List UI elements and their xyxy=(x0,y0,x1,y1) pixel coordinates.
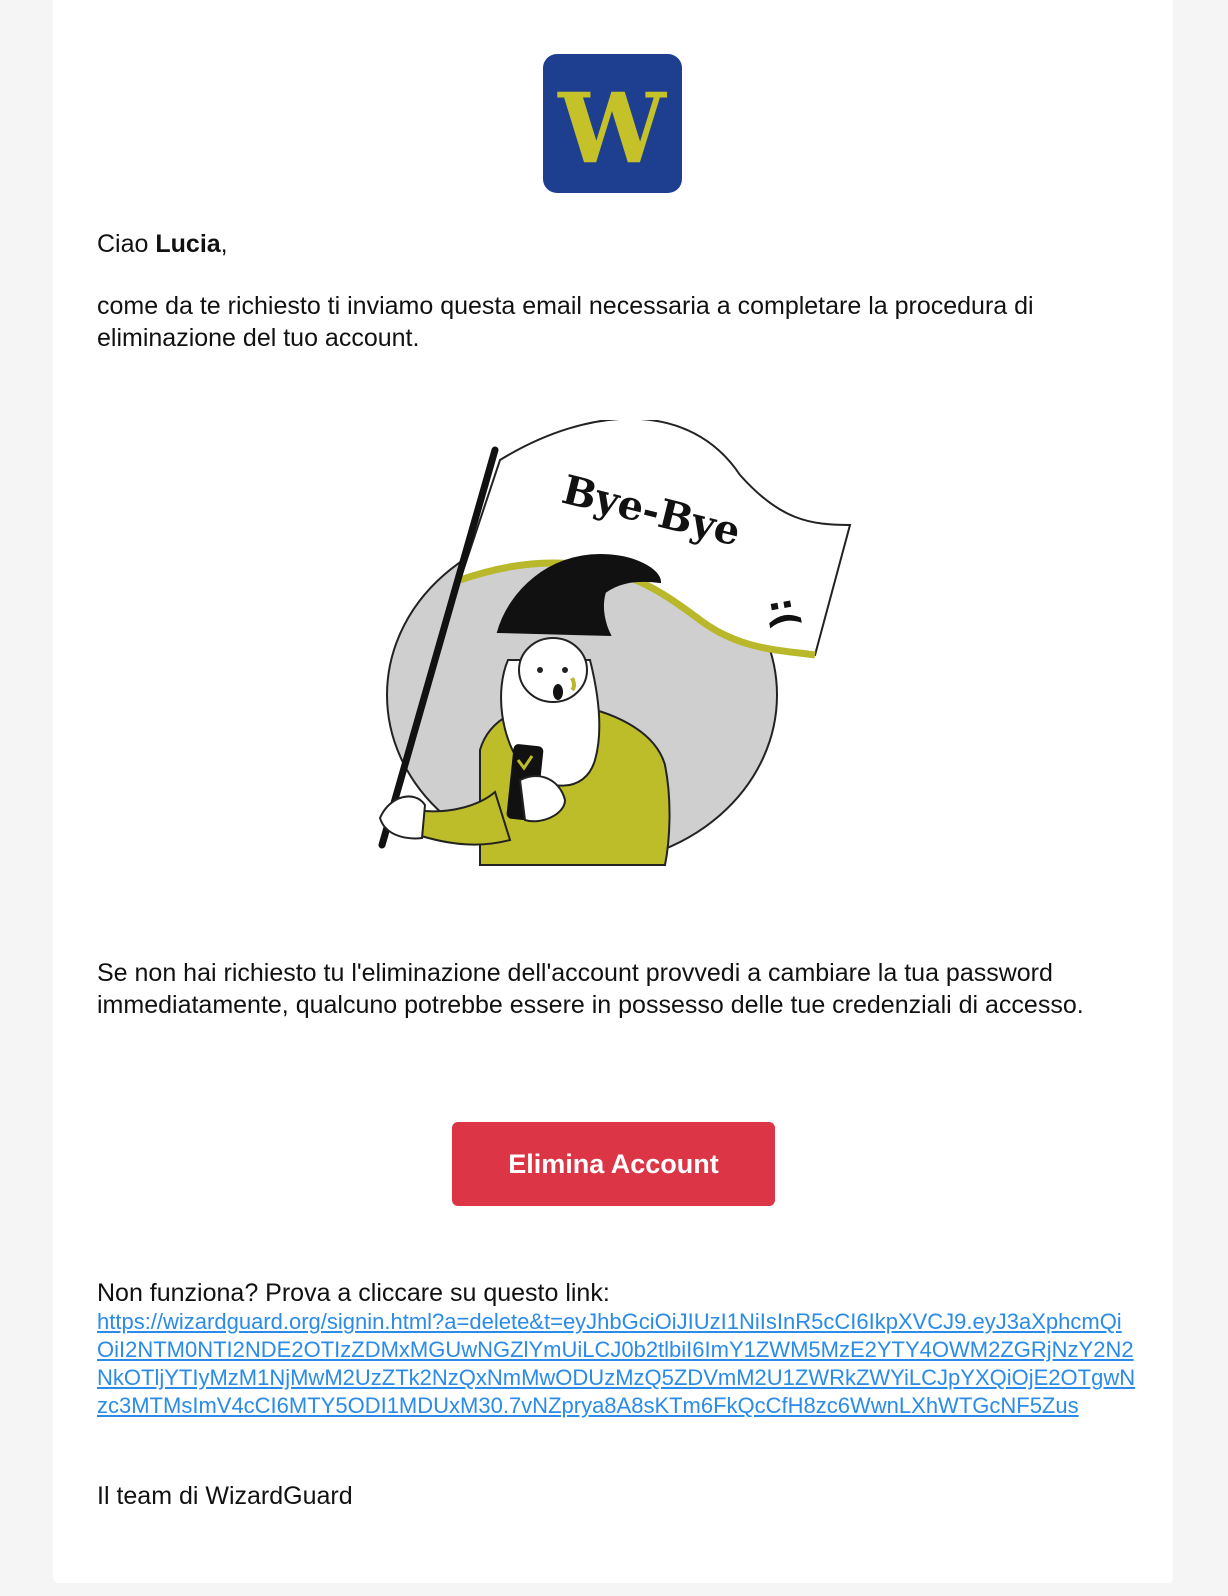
w-logo-icon: W xyxy=(557,72,667,185)
fallback-prompt: Non funziona? Prova a cliccare su questo… xyxy=(97,1279,610,1307)
wizard-face xyxy=(518,637,588,703)
recipient-name: Lucia xyxy=(155,230,221,258)
greeting-prefix: Ciao xyxy=(97,230,156,258)
intro-text: come da te richiesto ti inviamo questa e… xyxy=(97,292,1034,352)
delete-account-button[interactable]: Elimina Account xyxy=(452,1122,775,1206)
wizardguard-logo: W xyxy=(543,54,682,193)
wizard-bye-illustration: Bye-Bye :( xyxy=(378,420,852,866)
tear xyxy=(570,677,576,692)
fallback-link[interactable]: https://wizardguard.org/signin.html?a=de… xyxy=(97,1308,1137,1420)
greeting: Ciao Lucia, xyxy=(97,228,1137,260)
greeting-suffix: , xyxy=(220,230,228,258)
logo-letter: W xyxy=(557,72,667,185)
wizard-mouth xyxy=(553,684,563,700)
warning-text: Se non hai richiesto tu l'eliminazione d… xyxy=(97,959,1084,1019)
signature: Il team di WizardGuard xyxy=(97,1482,353,1510)
